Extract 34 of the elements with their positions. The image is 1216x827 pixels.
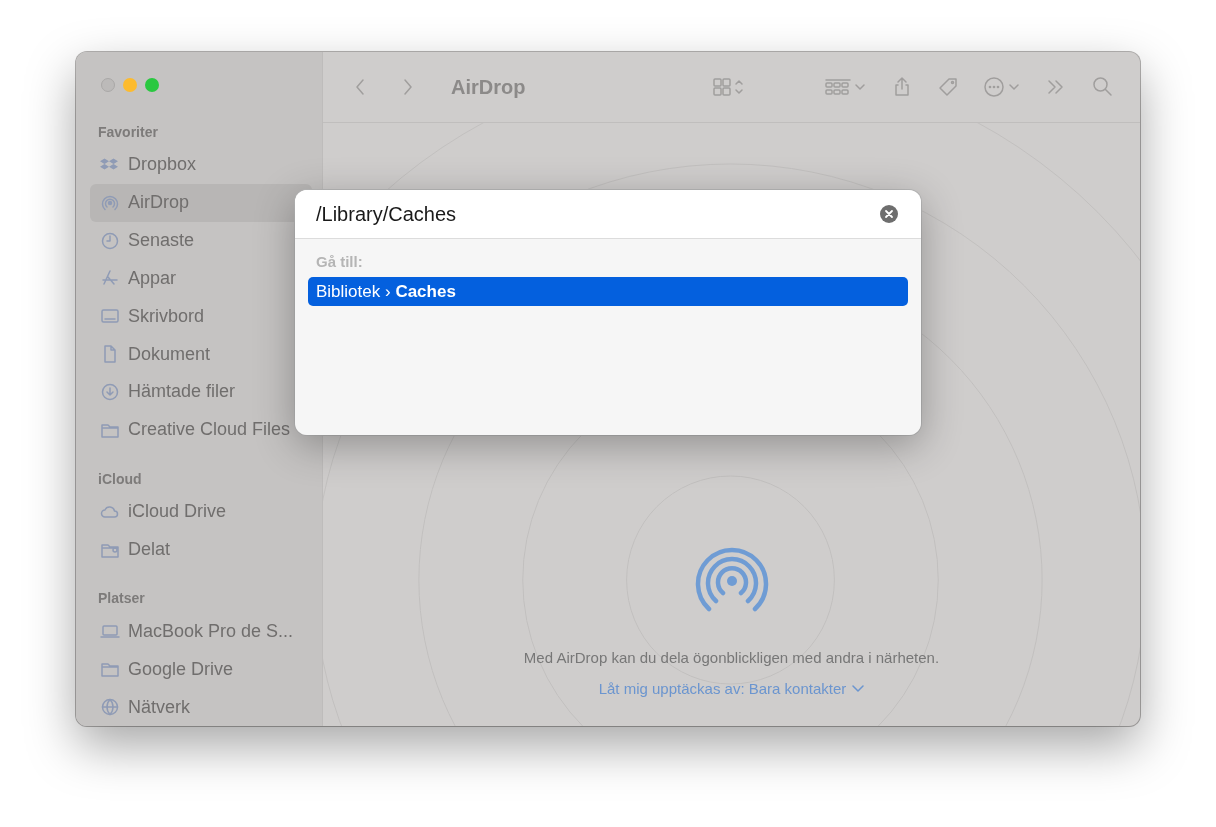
clock-icon <box>100 230 120 251</box>
section-label: Gå till: <box>315 253 364 270</box>
minimize-button[interactable] <box>123 78 137 92</box>
sidebar-item[interactable]: AirDrop <box>90 183 312 222</box>
window-title: AirDrop <box>451 75 526 99</box>
double-chevron-icon[interactable] <box>1046 77 1066 97</box>
more-icon[interactable] <box>984 77 1020 97</box>
sidebar-item[interactable]: iCloud Drive <box>90 492 312 531</box>
clear-icon[interactable] <box>880 205 898 223</box>
result-item[interactable]: Bibliotek › Caches <box>308 277 908 306</box>
section-heading: Favoriter <box>97 124 159 140</box>
group-icon[interactable] <box>824 77 866 97</box>
share-icon[interactable] <box>892 76 912 98</box>
download-icon <box>100 382 120 402</box>
search-icon[interactable] <box>1092 76 1114 98</box>
grid-view-icon[interactable] <box>712 77 744 97</box>
airdrop-description: Med AirDrop kan du dela ögonblickligen med andra i närheten. <box>523 649 940 666</box>
sidebar-item[interactable]: Delat <box>90 530 312 569</box>
sidebar-item[interactable]: Nätverk <box>90 688 312 726</box>
zoom-button[interactable] <box>145 78 159 92</box>
path-field[interactable]: /Library/Caches <box>295 190 870 238</box>
sidebar-item[interactable]: Dokument <box>90 335 312 374</box>
sidebar-item[interactable]: Creative Cloud Files <box>90 410 312 449</box>
sidebar-item[interactable]: MacBook Pro de S... <box>90 612 312 651</box>
sidebar-item[interactable]: Hämtade filer <box>90 373 312 411</box>
globe-icon <box>100 697 120 718</box>
section-heading: Platser <box>97 590 146 607</box>
tag-icon[interactable] <box>938 77 958 97</box>
close-button[interactable] <box>101 78 115 92</box>
sidebar-item[interactable]: Dropbox <box>90 146 312 184</box>
section-heading: iCloud <box>97 470 143 487</box>
chevron-down-icon <box>852 684 865 693</box>
sidebar-item[interactable]: Google Drive <box>90 650 312 689</box>
discovery-dropdown[interactable]: Låt mig upptäckas av: Bara kontakter <box>598 680 865 697</box>
